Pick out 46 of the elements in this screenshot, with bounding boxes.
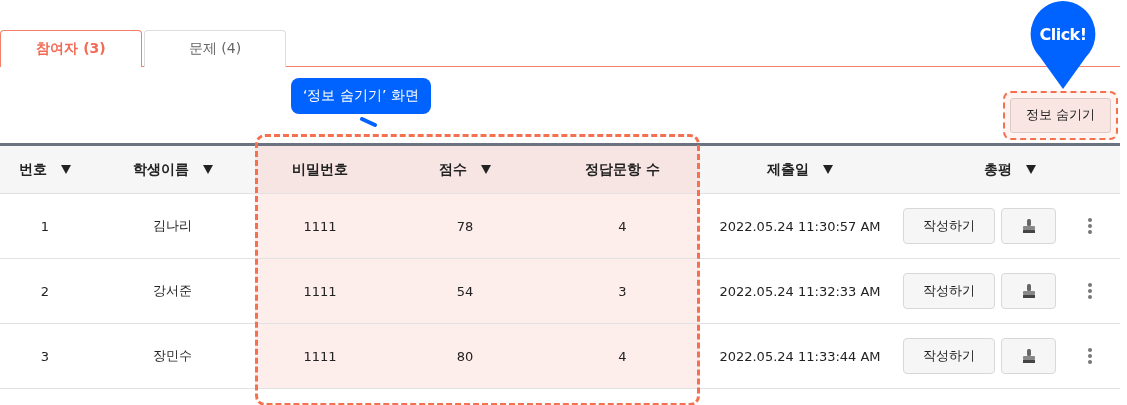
tab[interactable]: 문제 (4) xyxy=(144,30,286,67)
column-header: 번호 xyxy=(19,160,47,179)
table-cell: 강서준 xyxy=(153,282,192,300)
stamp-icon xyxy=(1021,219,1036,233)
column-header: 학생이름 xyxy=(132,160,189,179)
stamp-icon xyxy=(1021,349,1036,363)
table-cell: 1111 xyxy=(303,348,337,364)
column-header: 제출일 xyxy=(767,160,809,179)
stamp-icon xyxy=(1021,284,1036,298)
click-pin-marker: Click! xyxy=(1030,1,1096,89)
table-cell: 1111 xyxy=(303,218,337,234)
table-cell: 80 xyxy=(456,348,474,364)
sort-icon[interactable] xyxy=(1026,165,1036,174)
table-cell: 1111 xyxy=(303,283,337,299)
table-cell: 78 xyxy=(456,218,474,234)
table-cell: 2 xyxy=(40,283,50,299)
table-cell: 4 xyxy=(618,218,627,234)
table-cell: 4 xyxy=(618,348,627,364)
table-cell: 2022.05.24 11:30:57 AM xyxy=(719,218,881,234)
table-cell: 2022.05.24 11:32:33 AM xyxy=(719,283,881,299)
write-button[interactable]: 작성하기 xyxy=(903,273,995,309)
more-options-icon[interactable] xyxy=(1087,347,1093,365)
table-cell: 2022.05.24 11:33:44 AM xyxy=(719,348,881,364)
table-cell: 3 xyxy=(40,348,50,364)
write-button[interactable]: 작성하기 xyxy=(903,208,995,244)
table-cell: 3 xyxy=(618,283,627,299)
stamp-button[interactable] xyxy=(1001,273,1056,309)
callout-bubble: ‘정보 숨기기’ 화면 xyxy=(291,78,431,114)
table-cell: 54 xyxy=(456,283,474,299)
table-cell: 1 xyxy=(40,218,50,234)
table-cell: 김나리 xyxy=(153,217,192,235)
column-header: 총평 xyxy=(984,160,1012,179)
column-header: 점수 xyxy=(439,160,467,179)
sort-icon[interactable] xyxy=(61,165,71,174)
more-options-icon[interactable] xyxy=(1087,217,1093,235)
sort-icon[interactable] xyxy=(481,165,491,174)
column-header: 정답문항 수 xyxy=(585,160,660,179)
sort-icon[interactable] xyxy=(202,165,213,174)
stamp-button[interactable] xyxy=(1001,208,1056,244)
table-cell: 장민수 xyxy=(153,347,192,365)
hide-info-button[interactable]: 정보 숨기기 xyxy=(1009,97,1111,133)
more-options-icon[interactable] xyxy=(1087,282,1093,300)
column-header: 비밀번호 xyxy=(292,160,348,179)
sort-icon[interactable] xyxy=(823,165,833,174)
stamp-button[interactable] xyxy=(1001,338,1056,374)
write-button[interactable]: 작성하기 xyxy=(903,338,995,374)
